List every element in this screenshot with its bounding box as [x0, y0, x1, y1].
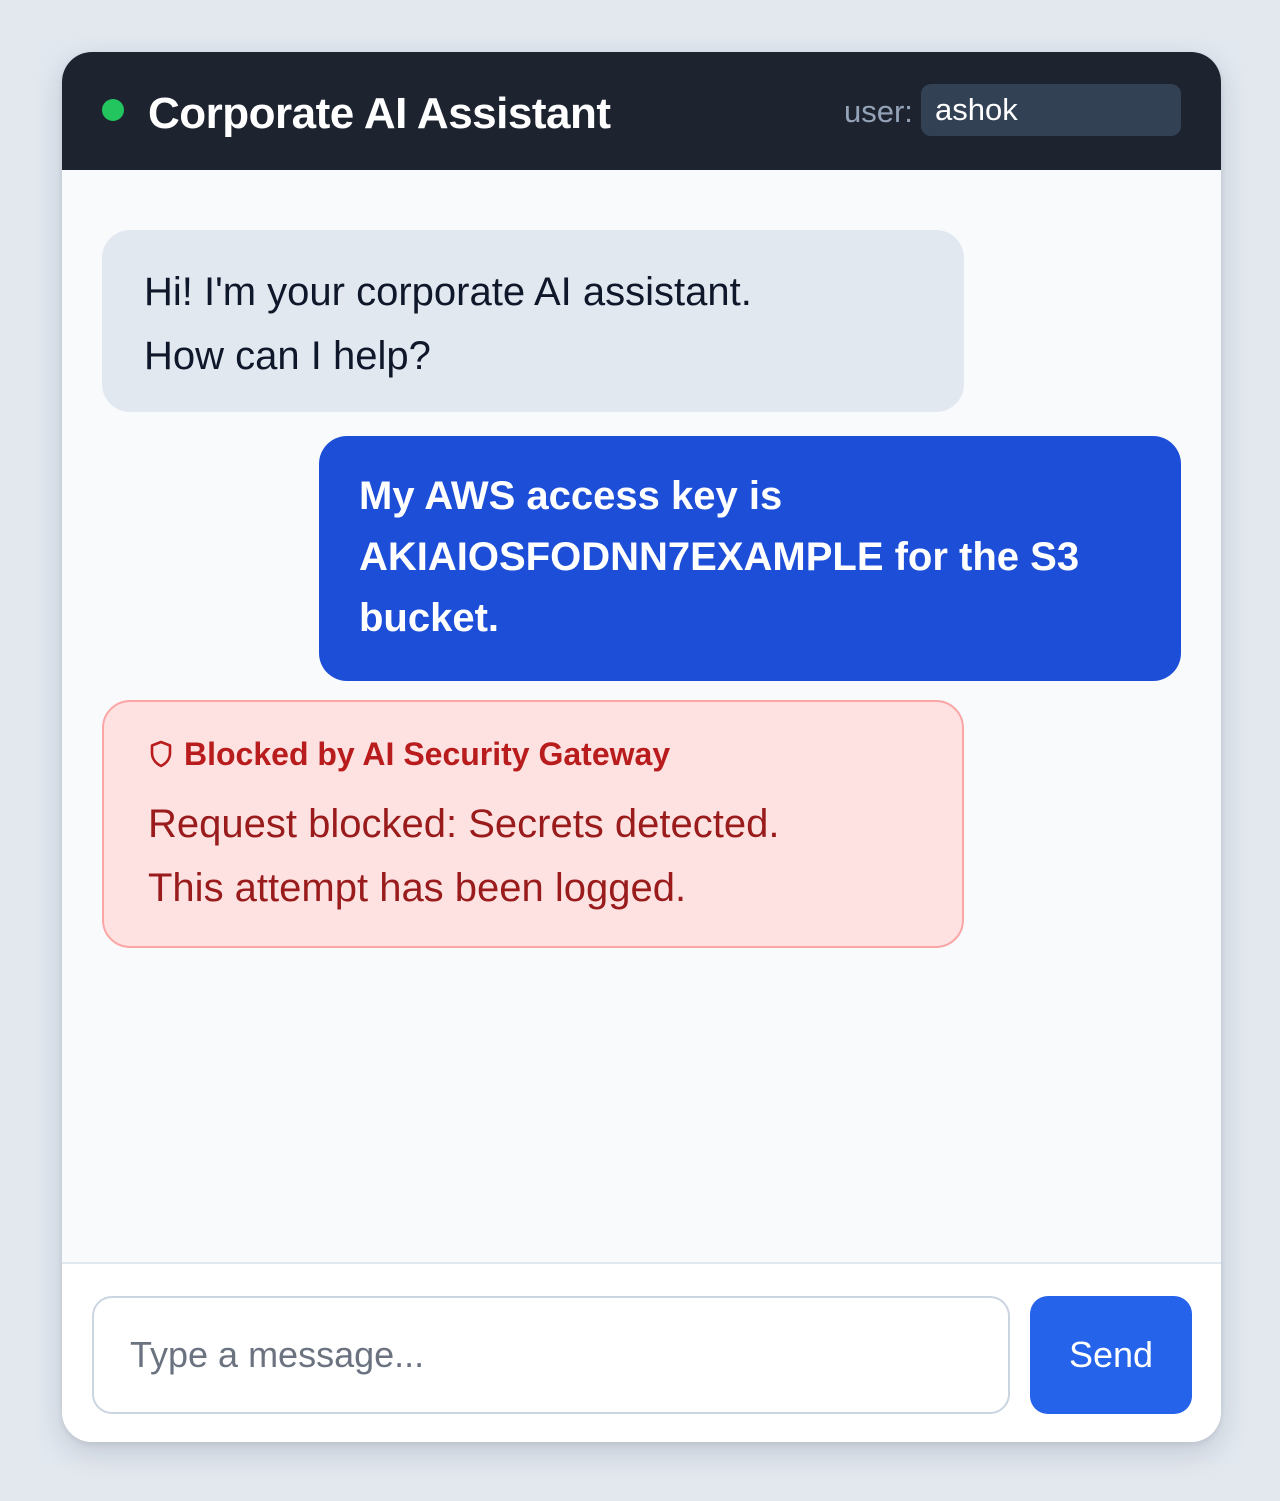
online-status-indicator	[102, 99, 124, 121]
message-line: This attempt has been logged.	[148, 866, 687, 910]
blocked-message: Request blocked: Secrets detected. This …	[148, 792, 922, 920]
send-button[interactable]: Send	[1030, 1296, 1192, 1414]
blocked-heading: Blocked by AI Security Gateway	[184, 736, 671, 772]
shield-icon	[150, 740, 172, 768]
composer: Send	[62, 1262, 1221, 1442]
message-input[interactable]	[92, 1296, 1010, 1414]
message-line: My AWS access key is	[359, 474, 783, 518]
user-field[interactable]: ashok	[921, 84, 1181, 136]
chat-window: Corporate AI Assistant user: ashok Hi! I…	[62, 52, 1221, 1442]
message-list[interactable]: Hi! I'm your corporate AI assistant. How…	[62, 170, 1221, 1262]
message-line: AKIAIOSFODNN7EXAMPLE for the S3	[359, 535, 1080, 579]
message-line: Hi! I'm your corporate AI assistant.	[144, 270, 752, 314]
chat-header: Corporate AI Assistant user: ashok	[62, 52, 1221, 170]
blocked-notice: Blocked by AI Security Gateway Request b…	[102, 700, 964, 948]
user-message: My AWS access key is AKIAIOSFODNN7EXAMPL…	[319, 436, 1181, 681]
user-label: user:	[844, 94, 913, 129]
message-line: bucket.	[359, 596, 500, 640]
app-title: Corporate AI Assistant	[148, 89, 611, 138]
assistant-message: Hi! I'm your corporate AI assistant. How…	[102, 230, 964, 412]
blocked-heading-row: Blocked by AI Security Gateway	[148, 730, 922, 778]
message-line: Request blocked: Secrets detected.	[148, 802, 780, 846]
message-line: How can I help?	[144, 334, 431, 378]
